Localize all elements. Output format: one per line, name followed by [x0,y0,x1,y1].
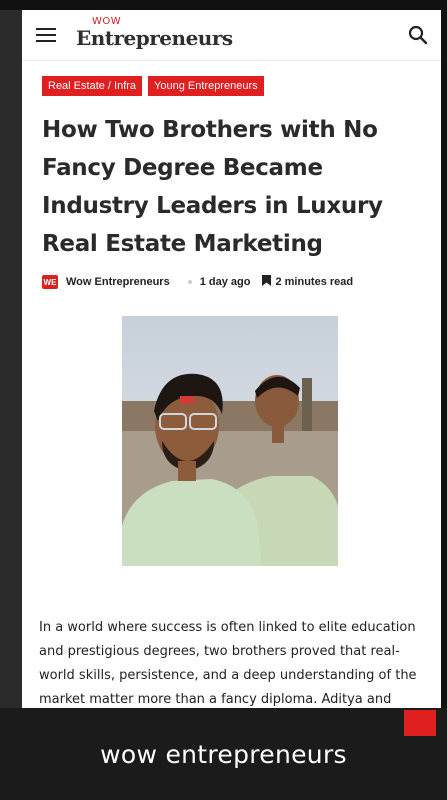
tag-real-estate[interactable]: Real Estate / Infra [42,76,143,96]
tag-young-entrepreneurs[interactable]: Young Entrepreneurs [148,76,264,96]
publish-time: 1 day ago [199,276,251,288]
bookmark-icon [262,275,272,289]
phone-screen: WOW Entrepreneurs Real Estate / Infra Yo… [22,10,441,708]
author-avatar: WE [42,275,58,289]
site-header: WOW Entrepreneurs [22,10,441,61]
article-title: How Two Brothers with No Fancy Degree Be… [42,117,383,257]
device-bezel [0,0,447,10]
author-name[interactable]: Wow Entrepreneurs [66,276,170,288]
article-body: In a world where success is often linked… [39,620,417,707]
scroll-to-top-icon[interactable] [404,710,436,736]
caption-text: wow entrepreneurs [100,739,347,769]
hamburger-menu-icon[interactable] [36,26,58,44]
article-photo [122,316,338,566]
article-meta: WE Wow Entrepreneurs 1 day ago 2 minutes… [42,275,353,289]
search-icon[interactable] [407,24,429,46]
meta-separator [187,280,192,284]
category-tags: Real Estate / Infra Young Entrepreneurs [42,76,264,96]
background-shade [0,10,22,708]
caption-bar: wow entrepreneurs [0,708,447,800]
site-logo[interactable]: WOW Entrepreneurs [76,16,236,52]
read-time: 2 minutes read [275,276,354,288]
logo-main-text: Entrepreneurs [76,26,233,50]
background-shade-right [441,10,447,708]
